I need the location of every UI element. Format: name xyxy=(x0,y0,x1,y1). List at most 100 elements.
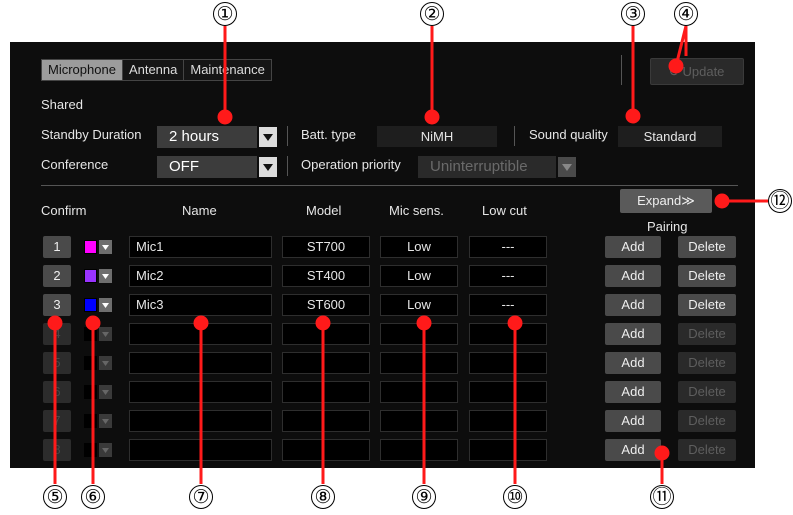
color-swatch[interactable] xyxy=(85,299,96,311)
delete-button[interactable]: Delete xyxy=(678,352,736,374)
delete-button[interactable]: Delete xyxy=(678,236,736,258)
confirm-button[interactable]: 5 xyxy=(43,352,71,374)
confirm-button[interactable]: 2 xyxy=(43,265,71,287)
color-swatch[interactable] xyxy=(85,328,96,340)
low-cut-field[interactable]: --- xyxy=(469,265,547,287)
chevron-down-icon[interactable] xyxy=(558,157,576,177)
add-button[interactable]: Add xyxy=(605,352,661,374)
mic-sens-field[interactable] xyxy=(380,323,458,345)
delete-button[interactable]: Delete xyxy=(678,294,736,316)
color-swatch[interactable] xyxy=(85,241,96,253)
low-cut-field[interactable] xyxy=(469,410,547,432)
update-button[interactable]: ⟳ Update xyxy=(650,58,744,85)
add-button[interactable]: Add xyxy=(605,381,661,403)
chevron-down-icon[interactable] xyxy=(99,443,112,457)
name-header: Name xyxy=(182,203,217,218)
add-button[interactable]: Add xyxy=(605,294,661,316)
confirm-button[interactable]: 4 xyxy=(43,323,71,345)
mic-sens-field[interactable]: Low xyxy=(380,265,458,287)
color-swatch[interactable] xyxy=(85,415,96,427)
callout-1: ① xyxy=(213,2,237,26)
chevron-down-icon[interactable] xyxy=(99,298,112,312)
mic-sens-field[interactable] xyxy=(380,352,458,374)
mic-sens-field[interactable] xyxy=(380,439,458,461)
callout-10: ⑩ xyxy=(503,485,527,509)
mic-name-field[interactable]: Mic2 xyxy=(129,265,272,287)
color-swatch[interactable] xyxy=(85,444,96,456)
mic-sens-field[interactable]: Low xyxy=(380,236,458,258)
confirm-button[interactable]: 7 xyxy=(43,410,71,432)
chevron-down-icon[interactable] xyxy=(99,240,112,254)
color-swatch[interactable] xyxy=(85,386,96,398)
tab-antenna[interactable]: Antenna xyxy=(121,60,184,80)
model-field xyxy=(282,323,370,345)
chevron-down-icon[interactable] xyxy=(99,414,112,428)
model-field: ST400 xyxy=(282,265,370,287)
delete-button[interactable]: Delete xyxy=(678,381,736,403)
chevron-down-icon[interactable] xyxy=(99,269,112,283)
mic-name-field[interactable] xyxy=(129,323,272,345)
delete-button[interactable]: Delete xyxy=(678,323,736,345)
low-cut-field[interactable] xyxy=(469,323,547,345)
callout-12: ⑫ xyxy=(768,189,792,213)
mic-sens-field[interactable] xyxy=(380,410,458,432)
confirm-button[interactable]: 1 xyxy=(43,236,71,258)
mic-name-field[interactable] xyxy=(129,352,272,374)
chevron-down-icon[interactable] xyxy=(99,327,112,341)
low-cut-field[interactable] xyxy=(469,352,547,374)
mic-name-field[interactable]: Mic1 xyxy=(129,236,272,258)
delete-button[interactable]: Delete xyxy=(678,265,736,287)
color-swatch[interactable] xyxy=(85,357,96,369)
tab-microphone[interactable]: Microphone xyxy=(42,60,122,80)
add-button[interactable]: Add xyxy=(605,439,661,461)
model-field xyxy=(282,352,370,374)
callout-9: ⑨ xyxy=(412,485,436,509)
confirm-button[interactable]: 6 xyxy=(43,381,71,403)
divider xyxy=(287,156,288,176)
callout-5: ⑤ xyxy=(43,485,67,509)
delete-button[interactable]: Delete xyxy=(678,439,736,461)
color-swatch[interactable] xyxy=(85,270,96,282)
chevron-down-icon[interactable] xyxy=(259,127,277,147)
standby-duration-select[interactable]: 2 hours xyxy=(157,126,257,148)
model-field xyxy=(282,381,370,403)
callout-6: ⑥ xyxy=(81,485,105,509)
expand-button[interactable]: Expand≫ xyxy=(620,189,712,213)
tab-maintenance[interactable]: Maintenance xyxy=(183,60,271,80)
mic-name-field[interactable] xyxy=(129,439,272,461)
confirm-button[interactable]: 8 xyxy=(43,439,71,461)
mic-sens-field[interactable] xyxy=(380,381,458,403)
add-button[interactable]: Add xyxy=(605,236,661,258)
mic-name-field[interactable]: Mic3 xyxy=(129,294,272,316)
conference-select[interactable]: OFF xyxy=(157,156,257,178)
low-cut-header: Low cut xyxy=(482,203,527,218)
batt-type-value: NiMH xyxy=(377,126,497,147)
mic-sens-field[interactable]: Low xyxy=(380,294,458,316)
callout-4: ④ xyxy=(674,2,698,26)
callout-2: ② xyxy=(420,2,444,26)
mic-name-field[interactable] xyxy=(129,410,272,432)
divider xyxy=(287,126,288,146)
pairing-header: Pairing xyxy=(647,219,688,234)
mic-sens-header: Mic sens. xyxy=(389,203,444,218)
delete-button[interactable]: Delete xyxy=(678,410,736,432)
low-cut-field[interactable]: --- xyxy=(469,236,547,258)
add-button[interactable]: Add xyxy=(605,323,661,345)
shared-label: Shared xyxy=(41,97,83,112)
operation-priority-select[interactable]: Uninterruptible xyxy=(418,156,556,178)
conference-label: Conference xyxy=(41,157,109,172)
chevron-down-icon[interactable] xyxy=(259,157,277,177)
low-cut-field[interactable] xyxy=(469,439,547,461)
mic-name-field[interactable] xyxy=(129,381,272,403)
chevron-down-icon[interactable] xyxy=(99,356,112,370)
callout-8: ⑧ xyxy=(311,485,335,509)
add-button[interactable]: Add xyxy=(605,265,661,287)
add-button[interactable]: Add xyxy=(605,410,661,432)
confirm-button[interactable]: 3 xyxy=(43,294,71,316)
divider xyxy=(621,55,622,85)
low-cut-field[interactable]: --- xyxy=(469,294,547,316)
low-cut-field[interactable] xyxy=(469,381,547,403)
chevron-down-icon[interactable] xyxy=(99,385,112,399)
divider xyxy=(514,126,515,146)
operation-priority-label: Operation priority xyxy=(301,157,401,172)
